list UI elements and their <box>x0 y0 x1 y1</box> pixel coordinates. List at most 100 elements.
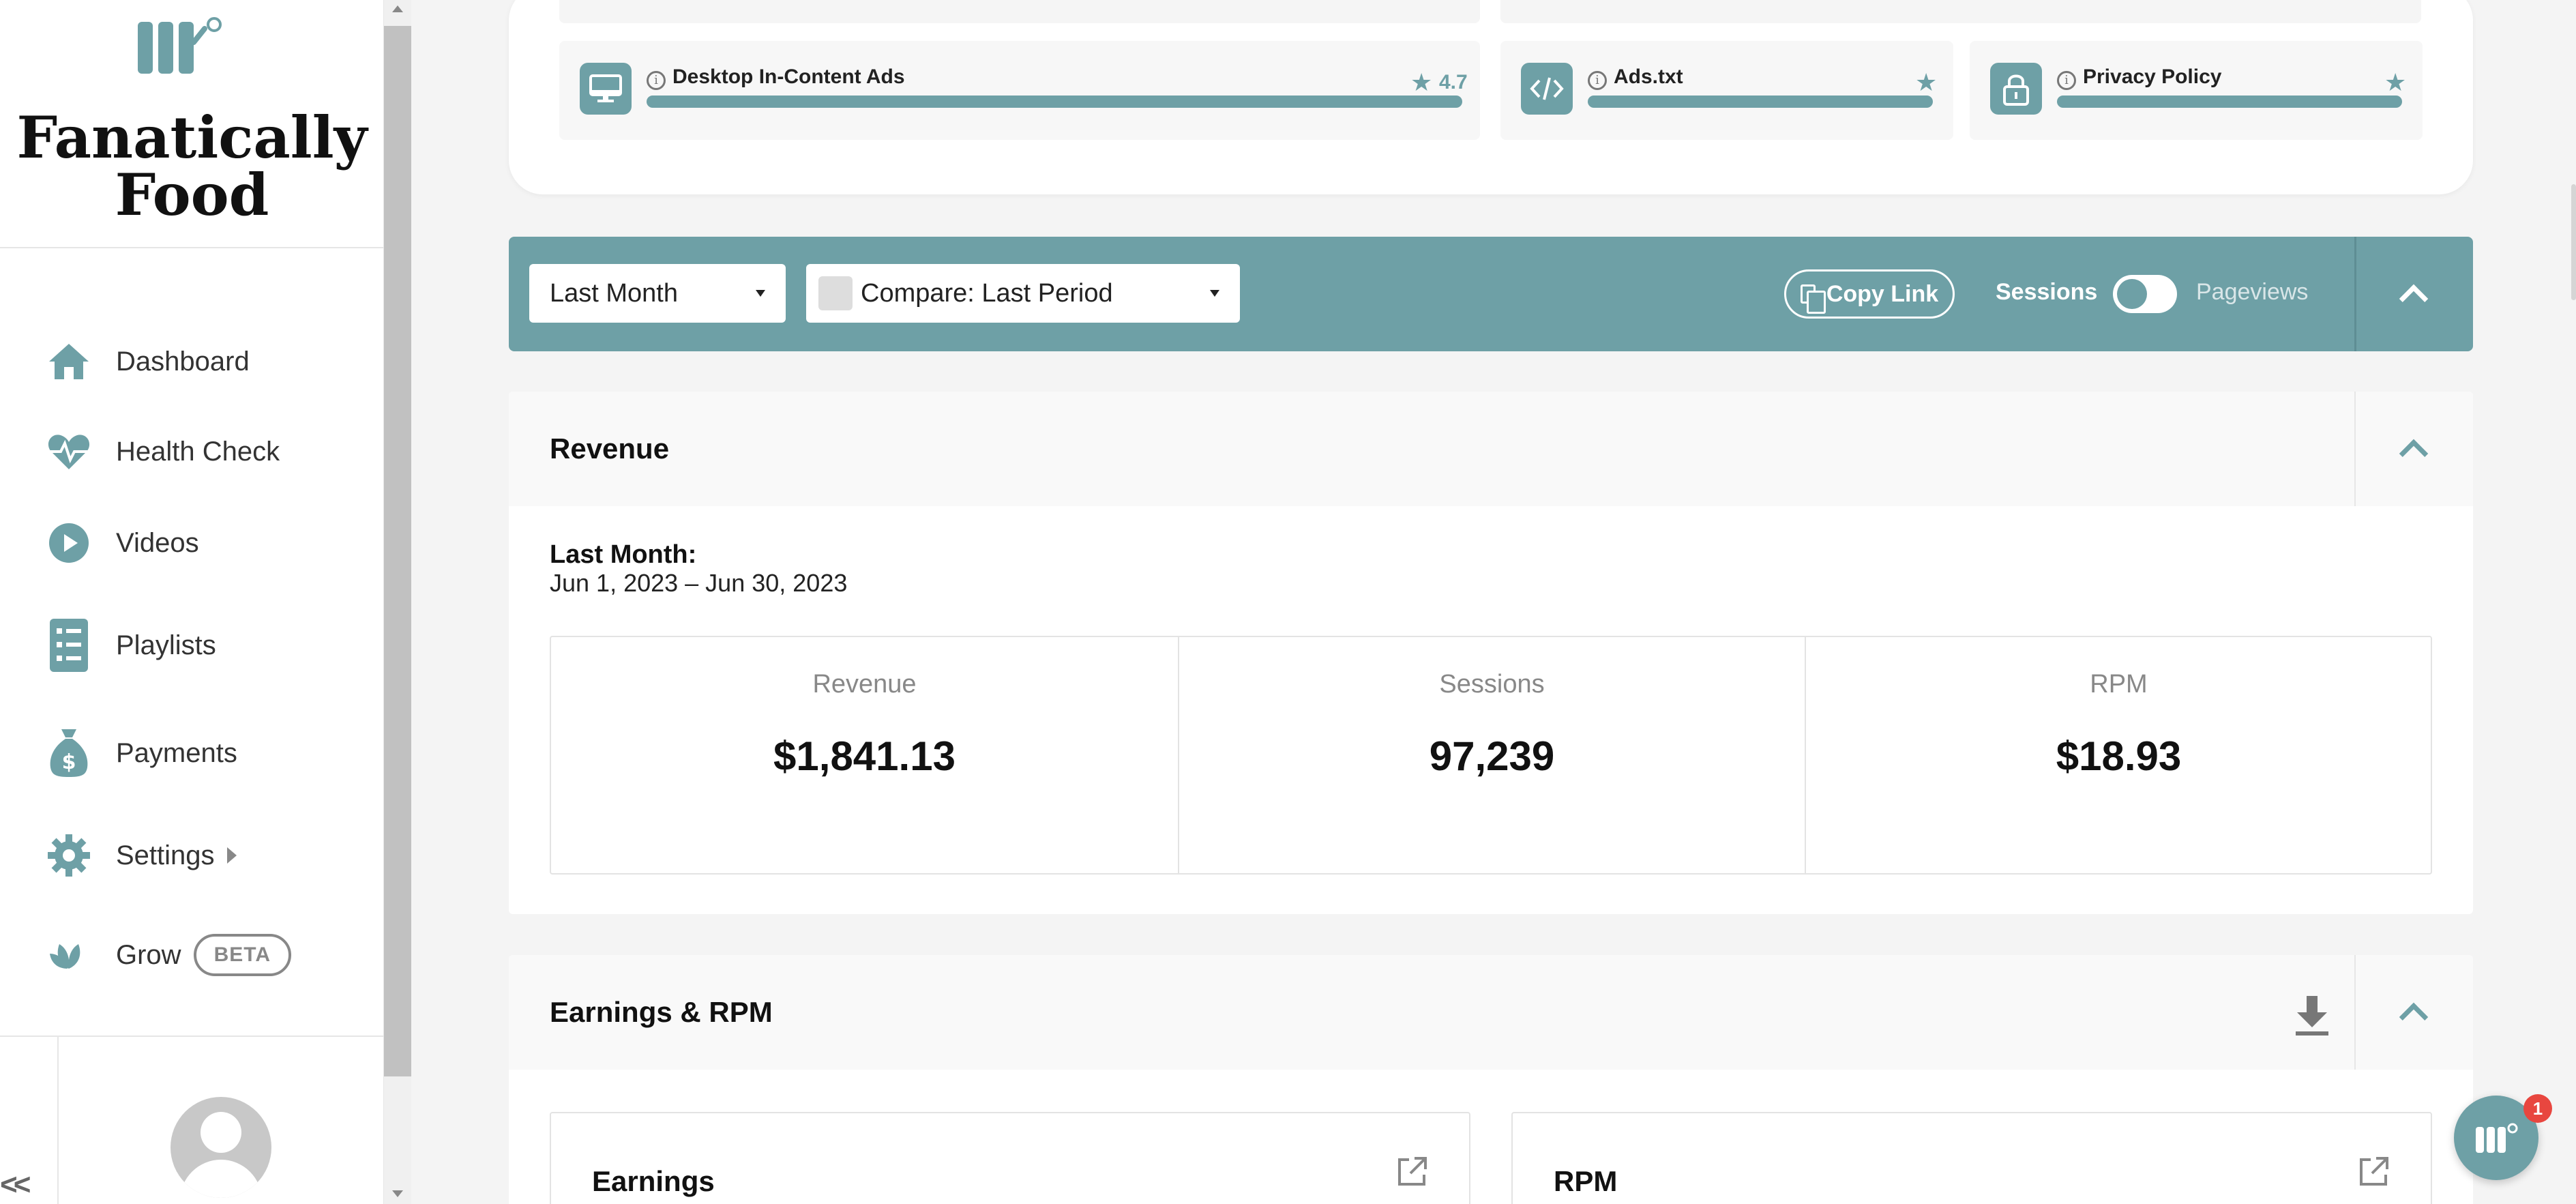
stat-sessions: Sessions 97,239 <box>1178 637 1805 873</box>
sidebar-item-label: Health Check <box>116 436 280 467</box>
stat-value: $18.93 <box>2056 733 2182 779</box>
rating-value: 4.7 <box>1439 71 1468 93</box>
copy-link-button[interactable]: Copy Link <box>1784 269 1955 319</box>
scroll-down-icon[interactable] <box>392 1190 403 1197</box>
revenue-panel-header: Revenue <box>509 392 2473 506</box>
divider <box>2354 955 2356 1070</box>
star-icon: ★ <box>1410 68 1433 96</box>
download-icon[interactable] <box>2292 993 2333 1037</box>
divider <box>57 1037 59 1204</box>
collapse-earnings-icon[interactable] <box>2399 1002 2429 1032</box>
scrollbar-thumb[interactable] <box>384 26 411 1076</box>
brand-logo-icon <box>2476 1123 2518 1153</box>
check-title: Ads.txt <box>1614 65 1683 88</box>
collapse-sidebar-icon[interactable]: << <box>0 1168 41 1202</box>
sidebar-item-settings[interactable]: Settings <box>45 828 237 883</box>
progress-bar <box>2057 96 2402 108</box>
sessions-label[interactable]: Sessions <box>1996 279 2097 306</box>
health-check-item-desktop-ads[interactable]: i Desktop In-Content Ads ★ 4.7 <box>559 41 1480 140</box>
sidebar-item-grow[interactable]: Grow BETA <box>45 928 292 982</box>
sidebar-item-playlists[interactable]: Playlists <box>45 618 216 673</box>
toggle-knob <box>2117 279 2147 309</box>
info-icon[interactable]: i <box>2057 71 2076 90</box>
filter-bar: Last Month Compare: Last Period Copy Lin… <box>509 237 2473 351</box>
brand-logo-icon[interactable] <box>136 15 225 76</box>
card-title: Earnings <box>592 1165 715 1197</box>
earnings-rpm-panel: Earnings & RPM Earnings RPM <box>509 955 2473 1204</box>
info-icon[interactable]: i <box>647 71 666 90</box>
info-icon[interactable]: i <box>1588 71 1607 90</box>
health-check-item-partial <box>559 0 1480 23</box>
rpm-card: RPM <box>1511 1112 2432 1204</box>
list-icon <box>45 619 93 672</box>
sidebar-item-health-check[interactable]: Health Check <box>45 424 280 479</box>
divider <box>2354 237 2356 351</box>
date-range-value: Last Month <box>550 278 678 308</box>
check-title: Privacy Policy <box>2083 65 2222 88</box>
period-label: Last Month: <box>550 540 697 569</box>
beta-badge: BETA <box>193 934 292 976</box>
lock-icon <box>1990 63 2042 115</box>
collapse-filters-icon[interactable] <box>2399 284 2429 314</box>
sessions-pageviews-toggle[interactable] <box>2113 275 2177 313</box>
check-title: Desktop In-Content Ads <box>672 65 905 88</box>
health-check-item-privacy-policy[interactable]: i Privacy Policy ★ <box>1970 41 2423 140</box>
sidebar-item-label: Dashboard <box>116 346 250 377</box>
sidebar-item-payments[interactable]: $ Payments <box>45 726 237 780</box>
notification-badge: 1 <box>2523 1094 2552 1123</box>
caret-right-icon <box>226 847 237 864</box>
caret-down-icon <box>1210 290 1219 297</box>
sidebar-item-videos[interactable]: Videos <box>45 516 199 570</box>
earnings-panel-header: Earnings & RPM <box>509 955 2473 1070</box>
avatar[interactable] <box>171 1097 271 1198</box>
copy-link-label: Copy Link <box>1826 280 1939 307</box>
scroll-up-icon[interactable] <box>392 5 403 12</box>
divider <box>0 247 384 248</box>
sidebar-item-dashboard[interactable]: Dashboard <box>45 334 250 389</box>
sidebar-scrollbar[interactable] <box>384 0 411 1204</box>
health-check-item-partial <box>1500 0 2421 23</box>
revenue-panel: Revenue Last Month: Jun 1, 2023 – Jun 30… <box>509 392 2473 914</box>
gear-icon <box>45 832 93 879</box>
sidebar-item-label: Playlists <box>116 630 216 660</box>
avatar-shoulders <box>180 1160 262 1198</box>
stat-value: $1,841.13 <box>773 733 956 779</box>
compare-select[interactable]: Compare: Last Period <box>806 264 1240 323</box>
home-icon <box>45 338 93 385</box>
leaf-icon <box>45 931 93 979</box>
compare-value: Compare: Last Period <box>861 278 1113 308</box>
star-icon: ★ <box>1915 68 1938 96</box>
stat-label: Sessions <box>1439 670 1545 699</box>
stat-revenue: Revenue $1,841.13 <box>551 637 1178 873</box>
sidebar-item-label: Grow <box>116 939 181 970</box>
avatar-head <box>201 1112 241 1153</box>
play-circle-icon <box>45 519 93 567</box>
sidebar-item-label: Payments <box>116 737 237 768</box>
sidebar-item-label: Videos <box>116 527 199 558</box>
divider <box>2354 392 2356 506</box>
health-check-item-ads-txt[interactable]: i Ads.txt ★ <box>1500 41 1953 140</box>
external-link-icon[interactable] <box>2357 1156 2390 1188</box>
svg-text:$: $ <box>62 750 76 774</box>
earnings-card: Earnings <box>550 1112 1470 1204</box>
code-icon <box>1521 63 1573 115</box>
external-link-icon[interactable] <box>1395 1156 1428 1188</box>
collapse-revenue-icon[interactable] <box>2399 439 2429 469</box>
caret-down-icon <box>756 290 765 297</box>
sidebar-item-label: Settings <box>116 840 215 870</box>
page-scrollbar-thumb[interactable] <box>2571 184 2576 300</box>
compare-color-swatch <box>818 276 853 310</box>
stat-rpm: RPM $18.93 <box>1805 637 2431 873</box>
revenue-stats: Revenue $1,841.13 Sessions 97,239 RPM $1… <box>550 636 2432 875</box>
sidebar: Fanatically Food Dashboard Health Check … <box>0 0 384 1204</box>
star-icon: ★ <box>2384 68 2407 96</box>
desktop-icon <box>580 63 632 115</box>
date-range-select[interactable]: Last Month <box>529 264 786 323</box>
period-range: Jun 1, 2023 – Jun 30, 2023 <box>550 569 848 597</box>
card-title: RPM <box>1554 1165 1618 1197</box>
pageviews-label[interactable]: Pageviews <box>2196 279 2308 306</box>
stat-value: 97,239 <box>1429 733 1555 779</box>
progress-bar <box>1588 96 1933 108</box>
heartbeat-icon <box>45 428 93 475</box>
health-check-card: i Desktop In-Content Ads ★ 4.7 i Ads.txt… <box>509 0 2473 194</box>
